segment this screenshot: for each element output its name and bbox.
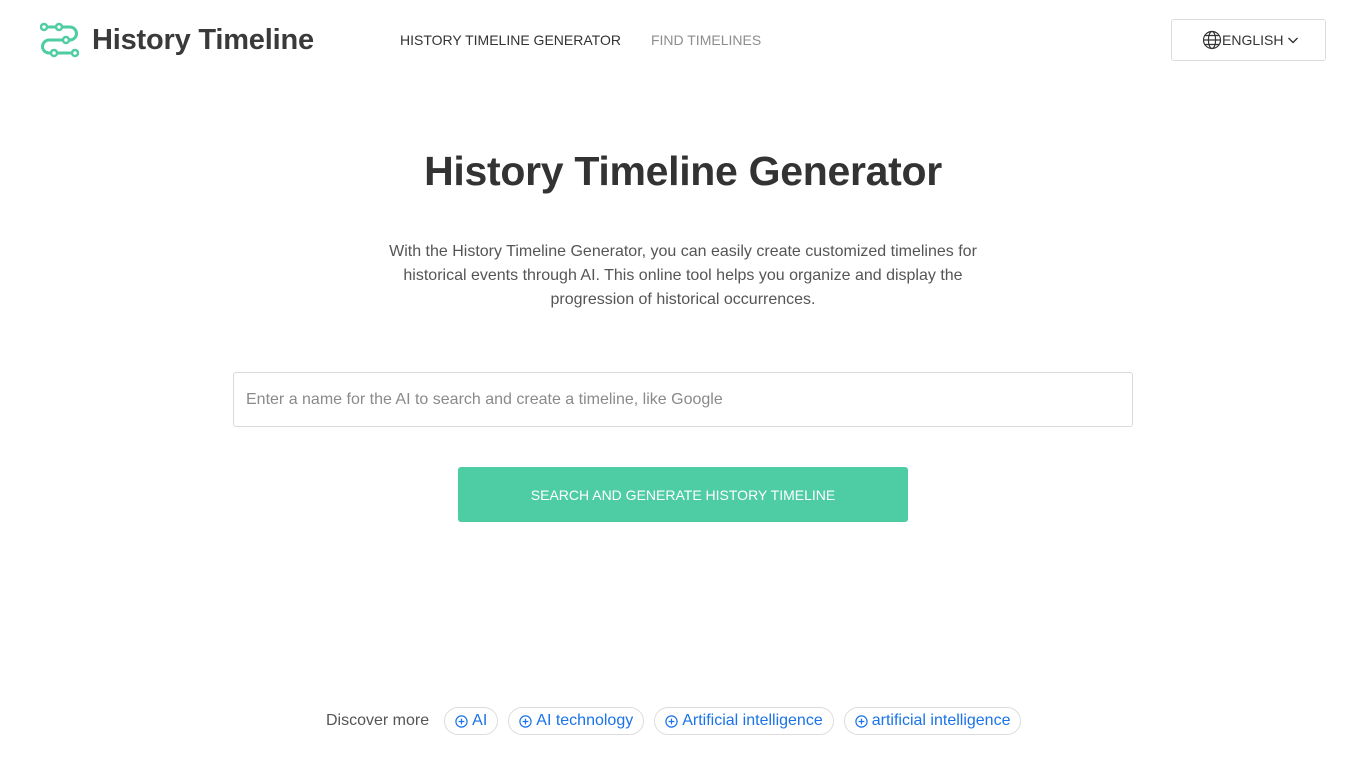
- nav-history-timeline-generator[interactable]: HISTORY TIMELINE GENERATOR: [400, 32, 621, 48]
- generate-timeline-button[interactable]: SEARCH AND GENERATE HISTORY TIMELINE: [458, 467, 908, 522]
- page-description: With the History Timeline Generator, you…: [389, 243, 977, 308]
- site-header: History Timeline HISTORY TIMELINE GENERA…: [0, 0, 1366, 80]
- chevron-down-icon: [1288, 37, 1299, 44]
- language-label: ENGLISH: [1222, 32, 1284, 48]
- nav-find-timelines[interactable]: FIND TIMELINES: [651, 32, 761, 48]
- discover-more-label: Discover more: [326, 712, 430, 729]
- tag-ai[interactable]: AI: [444, 707, 499, 735]
- plus-circle-icon: [519, 714, 532, 728]
- tag-label: AI: [472, 712, 488, 729]
- search-input[interactable]: [234, 373, 1132, 426]
- globe-icon: [1202, 30, 1222, 50]
- language-selector[interactable]: ENGLISH: [1171, 19, 1326, 61]
- plus-circle-icon: [455, 714, 468, 728]
- brand-name: History Timeline: [92, 23, 314, 56]
- logo-link[interactable]: History Timeline: [40, 21, 314, 59]
- plus-circle-icon: [855, 714, 868, 728]
- discover-more-section: Discover more AI AI technology Artificia…: [326, 707, 1031, 735]
- tag-artificial-intelligence[interactable]: Artificial intelligence: [654, 707, 834, 735]
- tag-artificial-intelligence-lowercase[interactable]: artificial intelligence: [843, 707, 1022, 735]
- search-field: [233, 372, 1133, 427]
- tag-label: artificial intelligence: [871, 712, 1011, 729]
- timeline-logo-icon: [40, 22, 79, 58]
- page-title: History Timeline Generator: [424, 148, 942, 194]
- tag-label: AI technology: [536, 712, 634, 729]
- main-nav: HISTORY TIMELINE GENERATOR FIND TIMELINE…: [400, 32, 761, 48]
- plus-circle-icon: [665, 714, 678, 728]
- tag-label: Artificial intelligence: [682, 712, 823, 729]
- tag-ai-technology[interactable]: AI technology: [508, 707, 645, 735]
